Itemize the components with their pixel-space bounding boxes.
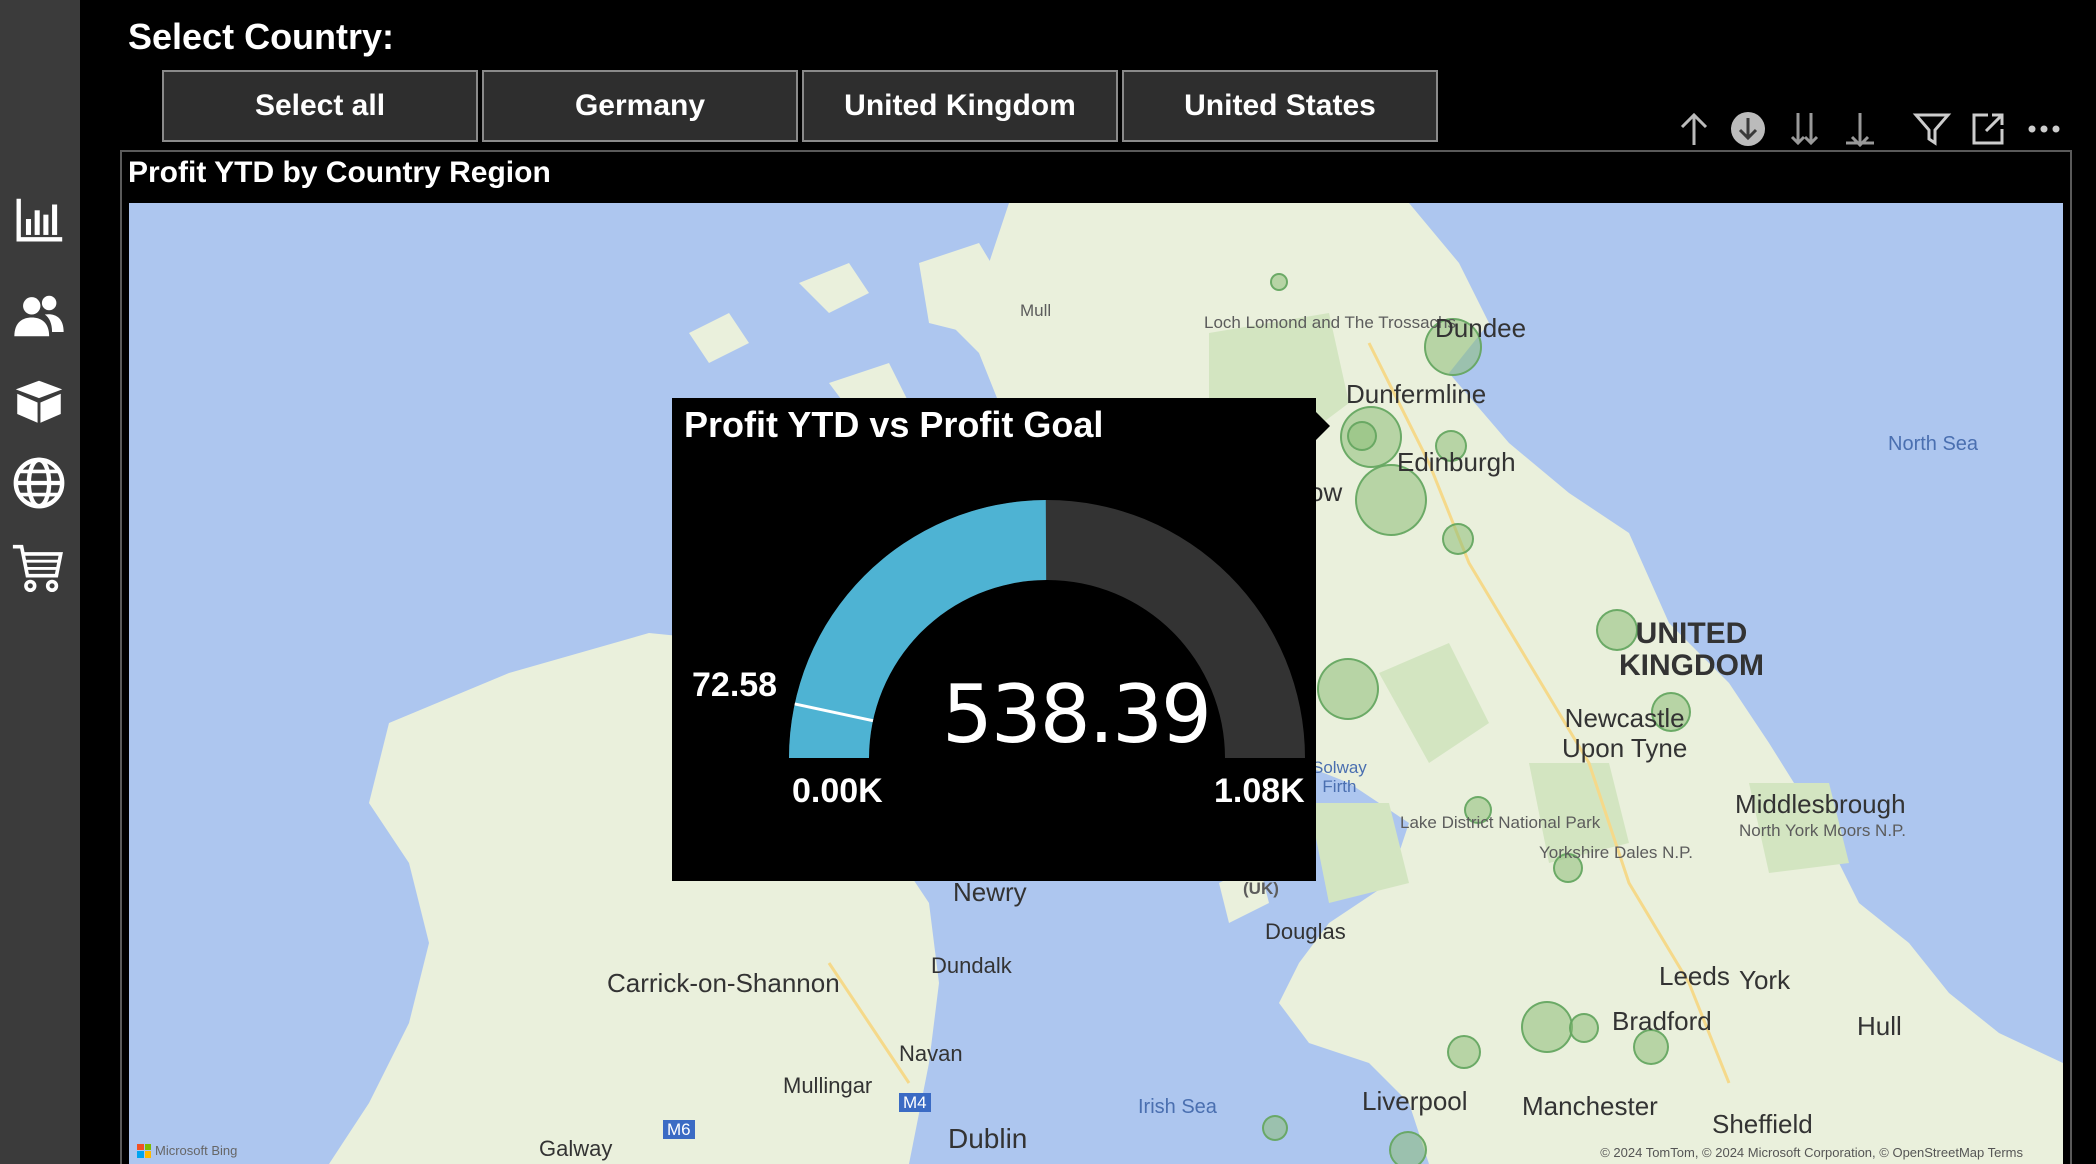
gauge-value: 538.39 (942, 668, 1212, 761)
more-options-button[interactable] (2020, 105, 2068, 153)
shopping-cart-icon (12, 544, 63, 593)
map-label-newcastle: Newcastle Upon Tyne (1562, 703, 1687, 763)
map-label-galway: Galway (539, 1136, 613, 1161)
map-label-york: York (1739, 965, 1791, 995)
map-label-carrick: Carrick-on-Shannon (607, 968, 840, 998)
map-label-sheffield: Sheffield (1712, 1109, 1813, 1139)
map-bubble[interactable] (1270, 273, 1288, 291)
filter-button[interactable] (1908, 105, 1956, 153)
bing-attribution: Microsoft Bing (137, 1143, 237, 1158)
map-label-solway-firth: Solway Firth (1312, 758, 1367, 796)
map-bubble[interactable] (1569, 1013, 1599, 1043)
map-label-dundee: Dundee (1435, 313, 1527, 343)
map-bubble[interactable] (1262, 1115, 1288, 1141)
map-label-manchester: Manchester (1522, 1091, 1658, 1121)
map-bubble[interactable] (1521, 1001, 1573, 1053)
drill-up-button[interactable] (1670, 105, 1718, 153)
map-label-yorkshire-dales: Yorkshire Dales N.P. (1539, 843, 1694, 862)
drill-down-icon (1731, 112, 1765, 146)
microsoft-logo-icon (137, 1143, 151, 1158)
uk-label-line2: KINGDOM (1619, 649, 1764, 682)
focus-mode-icon (1972, 113, 2004, 145)
gauge-min-label: 0.00K (792, 772, 883, 810)
map-bubble[interactable] (1317, 658, 1379, 720)
nav-item-products[interactable] (6, 368, 72, 434)
map-bubble[interactable] (1347, 421, 1377, 451)
map-label-irish-sea: Irish Sea (1138, 1096, 1217, 1118)
slicer-united-states[interactable]: United States (1122, 70, 1438, 142)
drill-down-button[interactable] (1724, 105, 1772, 153)
map-label-newry: Newry (953, 877, 1027, 907)
road-badge-m4: M4 (899, 1093, 931, 1112)
bar-chart-icon (16, 198, 63, 242)
map-label-middlesbrough: Middlesbrough (1735, 789, 1906, 819)
globe-icon (13, 457, 65, 509)
solway-line2: Firth (1322, 777, 1357, 796)
map-label-douglas: Douglas (1265, 919, 1346, 944)
slicer-select-all[interactable]: Select all (162, 70, 478, 142)
drill-up-icon (1680, 112, 1708, 145)
road-badge-m6: M6 (663, 1120, 695, 1139)
filter-icon (1912, 113, 1952, 146)
map-label-uk-abbr: (UK) (1243, 879, 1279, 898)
map-bubble[interactable] (1389, 1131, 1427, 1164)
gauge-tooltip-card: Profit YTD vs Profit Goal 538.39 0.00K 1… (672, 398, 1316, 881)
visual-title: Profit YTD by Country Region (128, 156, 551, 189)
map-label-north-sea: North Sea (1888, 433, 1979, 455)
map-label-liverpool: Liverpool (1362, 1086, 1468, 1116)
map-label-dublin: Dublin (948, 1123, 1028, 1154)
drill-hierarchy-button[interactable] (1836, 105, 1884, 153)
newcastle-line1: Newcastle (1564, 703, 1685, 733)
map-label-mullingar: Mullingar (783, 1073, 873, 1098)
gauge-target-label: 72.58 (692, 666, 778, 704)
map-label-bradford: Bradford (1612, 1006, 1712, 1036)
map-bubble[interactable] (1442, 523, 1474, 555)
map-label-lake-district: Lake District National Park (1400, 813, 1601, 832)
map-label-navan: Navan (899, 1041, 963, 1066)
map-label-united-kingdom: UNITED KINGDOM (1619, 618, 1764, 682)
nav-item-orders[interactable] (6, 534, 72, 600)
uk-label-line1: UNITED (1635, 617, 1748, 650)
focus-mode-button[interactable] (1964, 105, 2012, 153)
map-label-hull: Hull (1857, 1011, 1902, 1041)
slicer-germany[interactable]: Germany (482, 70, 798, 142)
solway-line1: Solway (1312, 758, 1367, 777)
gauge-title: Profit YTD vs Profit Goal (684, 404, 1104, 445)
slicer-united-kingdom[interactable]: United Kingdom (802, 70, 1118, 142)
select-country-label: Select Country: (128, 16, 395, 57)
map-label-north-york-moors: North York Moors N.P. (1739, 821, 1906, 840)
map-label-mull: Mull (1020, 301, 1052, 320)
map-label-loch-lomond: Loch Lomond and The Trossachs (1204, 313, 1456, 332)
map-label-dundalk: Dundalk (931, 953, 1012, 978)
tooltip-pointer (1316, 412, 1330, 440)
drill-hierarchy-icon (1846, 113, 1874, 148)
people-icon (14, 295, 64, 337)
expand-all-button[interactable] (1780, 105, 1828, 153)
left-nav (0, 0, 80, 1164)
more-options-icon (2028, 125, 2060, 133)
nav-item-regions[interactable] (6, 450, 72, 516)
nav-item-sales[interactable] (6, 186, 72, 252)
newcastle-line2: Upon Tyne (1562, 733, 1688, 763)
map-bubble[interactable] (1447, 1035, 1481, 1069)
map-copyright[interactable]: © 2024 TomTom, © 2024 Microsoft Corporat… (1600, 1145, 2023, 1160)
map-label-edinburgh: Edinburgh (1397, 447, 1516, 477)
nav-item-customers[interactable] (6, 283, 72, 349)
map-label-leeds: Leeds (1659, 961, 1730, 991)
map-label-dunfermline: Dunfermline (1346, 379, 1487, 409)
box-icon (15, 380, 63, 423)
bing-attribution-text: Microsoft Bing (155, 1143, 238, 1158)
gauge-max-label: 1.08K (1214, 772, 1305, 810)
expand-all-down-icon (1790, 113, 1819, 146)
